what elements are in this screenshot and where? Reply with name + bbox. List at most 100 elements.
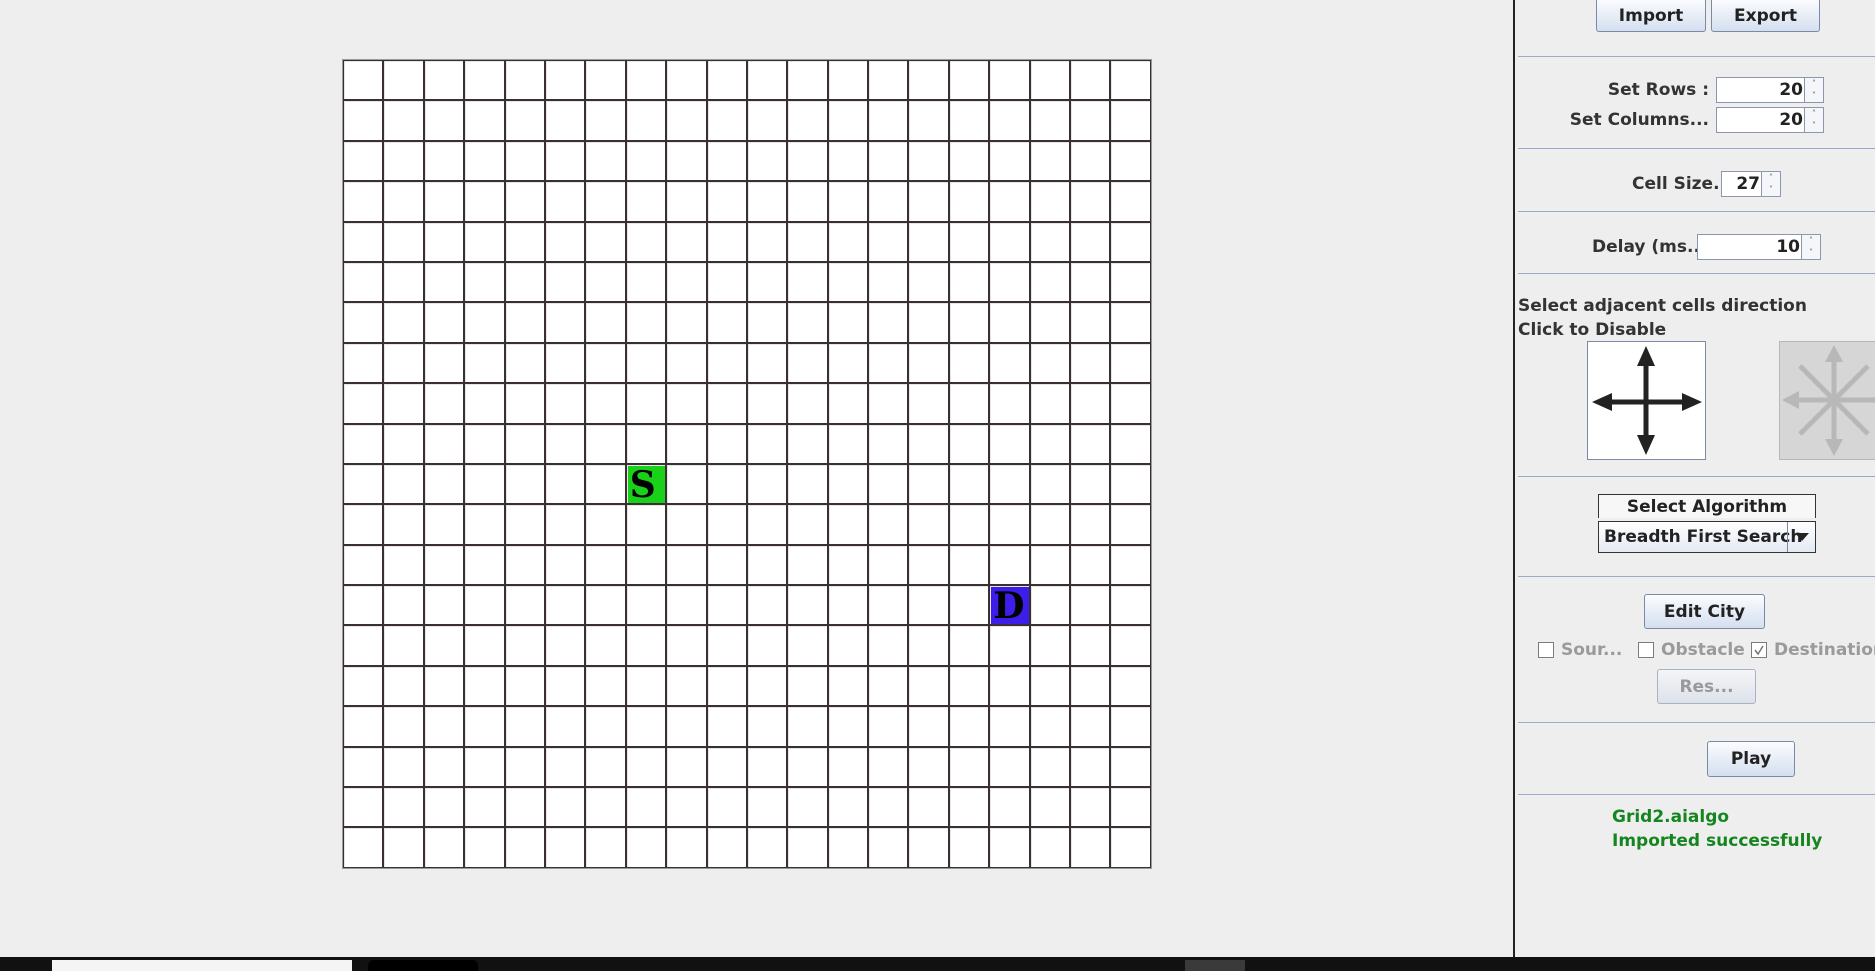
grid-cell[interactable] bbox=[746, 504, 788, 545]
grid-cell[interactable] bbox=[868, 342, 909, 384]
grid-cell[interactable] bbox=[544, 383, 586, 424]
grid-cell[interactable] bbox=[464, 140, 505, 182]
grid-cell[interactable] bbox=[1029, 787, 1071, 828]
grid-cell[interactable] bbox=[989, 140, 1030, 182]
grid-cell[interactable] bbox=[504, 827, 545, 868]
grid-cell[interactable] bbox=[1110, 544, 1151, 586]
play-button[interactable]: Play bbox=[1707, 741, 1795, 777]
grid-cell[interactable] bbox=[989, 746, 1030, 788]
grid-cell[interactable] bbox=[868, 423, 909, 464]
grid-cell[interactable] bbox=[948, 181, 990, 222]
grid-cell[interactable] bbox=[343, 261, 384, 303]
grid-cell[interactable] bbox=[908, 665, 949, 707]
grid-cell[interactable] bbox=[706, 221, 747, 262]
grid-cell[interactable] bbox=[948, 342, 990, 384]
grid-cell[interactable] bbox=[746, 463, 788, 505]
cell-size-spinner[interactable]: 27 ˄ ˅ bbox=[1721, 171, 1781, 197]
edit-city-button[interactable]: Edit City bbox=[1644, 594, 1765, 629]
grid-cell[interactable] bbox=[544, 342, 586, 384]
grid-cell[interactable] bbox=[383, 342, 424, 384]
grid-cell[interactable] bbox=[383, 423, 424, 464]
grid-cell[interactable] bbox=[343, 625, 384, 666]
city-grid[interactable]: SD bbox=[343, 60, 1151, 868]
grid-cell[interactable] bbox=[625, 706, 667, 747]
grid-cell[interactable] bbox=[746, 585, 788, 626]
grid-cell[interactable] bbox=[666, 665, 707, 707]
grid-cell[interactable] bbox=[423, 585, 465, 626]
grid-cell[interactable] bbox=[585, 787, 626, 828]
grid-cell[interactable] bbox=[948, 302, 990, 343]
grid-cell[interactable] bbox=[383, 100, 424, 141]
grid-cell[interactable] bbox=[827, 746, 869, 788]
grid-cell[interactable] bbox=[1070, 100, 1111, 141]
grid-cell[interactable] bbox=[625, 746, 667, 788]
grid-cell[interactable] bbox=[787, 504, 828, 545]
grid-cell[interactable] bbox=[585, 100, 626, 141]
grid-cell[interactable] bbox=[948, 463, 990, 505]
obstacle-checkbox-box[interactable] bbox=[1638, 642, 1654, 658]
grid-cell[interactable] bbox=[746, 140, 788, 182]
grid-cell[interactable] bbox=[1110, 463, 1151, 505]
grid-cell[interactable] bbox=[1070, 221, 1111, 262]
grid-cell[interactable] bbox=[504, 60, 545, 101]
grid-cell[interactable] bbox=[544, 463, 586, 505]
grid-cell[interactable] bbox=[383, 585, 424, 626]
grid-cell[interactable] bbox=[908, 544, 949, 586]
grid-cell[interactable] bbox=[343, 665, 384, 707]
grid-cell[interactable] bbox=[948, 383, 990, 424]
grid-cell[interactable] bbox=[868, 60, 909, 101]
grid-cell[interactable] bbox=[504, 787, 545, 828]
grid-cell[interactable] bbox=[464, 787, 505, 828]
grid-cell[interactable] bbox=[464, 544, 505, 586]
grid-cell[interactable] bbox=[989, 221, 1030, 262]
grid-cell[interactable] bbox=[383, 827, 424, 868]
grid-cell[interactable] bbox=[989, 383, 1030, 424]
taskbar-app-button[interactable] bbox=[368, 960, 478, 971]
grid-cell[interactable] bbox=[625, 181, 667, 222]
grid-cell[interactable] bbox=[504, 302, 545, 343]
grid-cell[interactable] bbox=[504, 342, 545, 384]
grid-cell[interactable] bbox=[1029, 181, 1071, 222]
grid-cell[interactable] bbox=[504, 100, 545, 141]
grid-cell[interactable] bbox=[868, 827, 909, 868]
grid-cell[interactable] bbox=[1110, 302, 1151, 343]
grid-cell[interactable] bbox=[544, 787, 586, 828]
grid-cell[interactable] bbox=[746, 342, 788, 384]
grid-cell[interactable] bbox=[464, 181, 505, 222]
grid-cell[interactable] bbox=[989, 342, 1030, 384]
grid-cell[interactable] bbox=[787, 706, 828, 747]
grid-cell[interactable] bbox=[383, 181, 424, 222]
grid-cell[interactable] bbox=[1110, 625, 1151, 666]
grid-cell[interactable] bbox=[1070, 140, 1111, 182]
grid-cell[interactable] bbox=[504, 383, 545, 424]
grid-cell[interactable] bbox=[1110, 261, 1151, 303]
grid-cell[interactable] bbox=[827, 706, 869, 747]
grid-cell[interactable] bbox=[504, 463, 545, 505]
grid-cell[interactable] bbox=[1029, 261, 1071, 303]
grid-cell[interactable] bbox=[787, 100, 828, 141]
grid-cell[interactable] bbox=[908, 504, 949, 545]
grid-cell[interactable] bbox=[625, 302, 667, 343]
grid-cell[interactable] bbox=[827, 544, 869, 586]
source-checkbox-box[interactable] bbox=[1538, 642, 1554, 658]
grid-cell[interactable] bbox=[908, 423, 949, 464]
grid-cell[interactable] bbox=[666, 60, 707, 101]
grid-cell[interactable] bbox=[343, 787, 384, 828]
grid-cell[interactable] bbox=[1070, 544, 1111, 586]
grid-cell[interactable] bbox=[827, 665, 869, 707]
grid-cell[interactable] bbox=[1110, 423, 1151, 464]
grid-cell[interactable] bbox=[787, 625, 828, 666]
grid-cell[interactable] bbox=[343, 544, 384, 586]
grid-cell[interactable] bbox=[625, 383, 667, 424]
grid-cell[interactable] bbox=[423, 261, 465, 303]
grid-cell[interactable] bbox=[989, 302, 1030, 343]
grid-cell[interactable] bbox=[908, 100, 949, 141]
grid-cell[interactable] bbox=[625, 100, 667, 141]
grid-cell[interactable] bbox=[1110, 342, 1151, 384]
grid-cell[interactable] bbox=[464, 423, 505, 464]
grid-cell[interactable] bbox=[746, 423, 788, 464]
grid-cell[interactable] bbox=[343, 383, 384, 424]
grid-cell[interactable] bbox=[908, 463, 949, 505]
grid-cell[interactable] bbox=[666, 746, 707, 788]
grid-cell[interactable] bbox=[504, 261, 545, 303]
